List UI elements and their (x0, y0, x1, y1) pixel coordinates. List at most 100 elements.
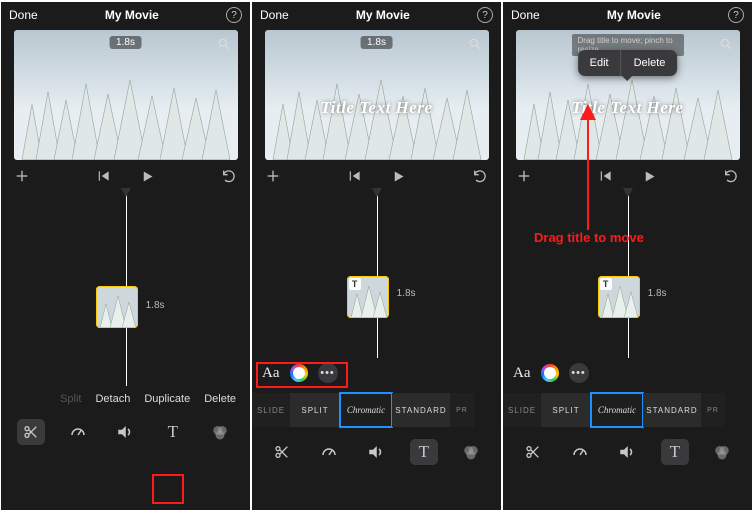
style-split[interactable]: SPLIT (541, 393, 591, 427)
split-action: Split (60, 393, 81, 405)
more-options-button[interactable]: ••• (318, 363, 338, 383)
style-slide[interactable]: SLIDE (252, 393, 290, 427)
timeline[interactable]: 1.8s (1, 188, 250, 386)
titles-icon[interactable]: T (410, 439, 438, 465)
clip-duration-label: 1.8s (648, 288, 667, 299)
title-popover: Edit Delete (578, 50, 678, 76)
filters-icon[interactable] (457, 439, 485, 465)
timeline[interactable]: T 1.8s (503, 188, 752, 358)
scissors-icon[interactable] (17, 419, 45, 445)
style-standard[interactable]: STANDARD (643, 393, 701, 427)
duration-pill: 1.8s (360, 36, 393, 49)
rewind-button[interactable] (595, 165, 617, 187)
rewind-button[interactable] (344, 165, 366, 187)
play-button[interactable] (137, 165, 159, 187)
bottom-toolbar: T (1, 412, 250, 452)
overlay-title-text[interactable]: Title Text Here (265, 98, 489, 118)
annotation-highlight-titles (152, 474, 184, 504)
undo-button[interactable] (218, 165, 240, 187)
font-button[interactable]: Aa (513, 365, 531, 382)
project-title: My Movie (289, 8, 477, 22)
top-bar: Done My Movie ? (1, 2, 250, 28)
video-preview: 1.8s Title Text Here (265, 30, 489, 160)
add-media-button[interactable] (11, 165, 33, 187)
rewind-button[interactable] (93, 165, 115, 187)
filters-icon[interactable] (708, 439, 736, 465)
video-preview: Drag title to move; pinch to resize Edit… (516, 30, 740, 160)
help-button[interactable]: ? (477, 7, 493, 23)
scissors-icon[interactable] (519, 439, 547, 465)
bottom-toolbar: T (503, 432, 752, 472)
title-style-strip[interactable]: SLIDE SPLIT Chromatic STANDARD PR (252, 388, 501, 432)
filters-icon[interactable] (206, 419, 234, 445)
tutorial-triptych: Done My Movie ? 1.8s (0, 0, 752, 512)
titles-icon[interactable]: T (661, 439, 689, 465)
color-picker-button[interactable] (290, 364, 308, 382)
playback-controls (595, 165, 661, 187)
video-preview: 1.8s (14, 30, 238, 160)
style-prism[interactable]: PR (701, 393, 725, 427)
speed-icon[interactable] (315, 439, 343, 465)
panel-step-3: Done My Movie ? Drag title to move; pinc… (503, 2, 752, 510)
speed-icon[interactable] (566, 439, 594, 465)
volume-icon[interactable] (613, 439, 641, 465)
title-style-strip[interactable]: SLIDE SPLIT Chromatic STANDARD PR (503, 388, 752, 432)
playhead[interactable] (628, 188, 629, 358)
clip-duration-label: 1.8s (397, 288, 416, 299)
timeline[interactable]: T 1.8s (252, 188, 501, 358)
undo-button[interactable] (469, 165, 491, 187)
overlay-title-text[interactable]: Title Text Here (516, 98, 740, 118)
done-button[interactable]: Done (260, 8, 289, 22)
project-title: My Movie (38, 8, 226, 22)
zoom-icon[interactable] (216, 36, 232, 52)
title-badge-icon: T (349, 278, 361, 290)
project-title: My Movie (540, 8, 728, 22)
delete-action[interactable]: Delete (204, 393, 236, 405)
help-button[interactable]: ? (728, 7, 744, 23)
add-media-button[interactable] (513, 165, 535, 187)
done-button[interactable]: Done (511, 8, 540, 22)
preview-trees (14, 74, 238, 160)
font-button[interactable]: Aa (262, 365, 280, 382)
style-split[interactable]: SPLIT (290, 393, 340, 427)
volume-icon[interactable] (111, 419, 139, 445)
clip-thumbnail[interactable]: T (598, 276, 640, 318)
panel-step-2: Done My Movie ? 1.8s Title Tex (252, 2, 501, 510)
play-button[interactable] (639, 165, 661, 187)
add-media-button[interactable] (262, 165, 284, 187)
scissors-icon[interactable] (268, 439, 296, 465)
zoom-icon[interactable] (467, 36, 483, 52)
duplicate-action[interactable]: Duplicate (144, 393, 190, 405)
transport-row (503, 160, 752, 188)
clip-edit-row: Split Detach Duplicate Delete (1, 386, 250, 412)
panel-step-1: Done My Movie ? 1.8s (1, 2, 250, 510)
clip-thumbnail[interactable] (96, 286, 138, 328)
speed-icon[interactable] (64, 419, 92, 445)
color-picker-button[interactable] (541, 364, 559, 382)
title-format-row: Aa ••• (252, 358, 501, 388)
top-bar: Done My Movie ? (252, 2, 501, 28)
undo-button[interactable] (720, 165, 742, 187)
zoom-icon[interactable] (718, 36, 734, 52)
popover-delete-button[interactable]: Delete (621, 50, 678, 76)
style-chromatic[interactable]: Chromatic (591, 393, 643, 427)
style-chromatic[interactable]: Chromatic (340, 393, 392, 427)
transport-row (252, 160, 501, 188)
popover-edit-button[interactable]: Edit (578, 50, 621, 76)
play-button[interactable] (388, 165, 410, 187)
done-button[interactable]: Done (9, 8, 38, 22)
volume-icon[interactable] (362, 439, 390, 465)
titles-icon[interactable]: T (159, 419, 187, 445)
style-standard[interactable]: STANDARD (392, 393, 450, 427)
help-button[interactable]: ? (226, 7, 242, 23)
bottom-toolbar: T (252, 432, 501, 472)
title-badge-icon: T (600, 278, 612, 290)
playhead[interactable] (377, 188, 378, 358)
clip-thumbnail[interactable]: T (347, 276, 389, 318)
style-slide[interactable]: SLIDE (503, 393, 541, 427)
playback-controls (93, 165, 159, 187)
style-prism[interactable]: PR (450, 393, 474, 427)
duration-pill: 1.8s (109, 36, 142, 49)
detach-action[interactable]: Detach (95, 393, 130, 405)
more-options-button[interactable]: ••• (569, 363, 589, 383)
